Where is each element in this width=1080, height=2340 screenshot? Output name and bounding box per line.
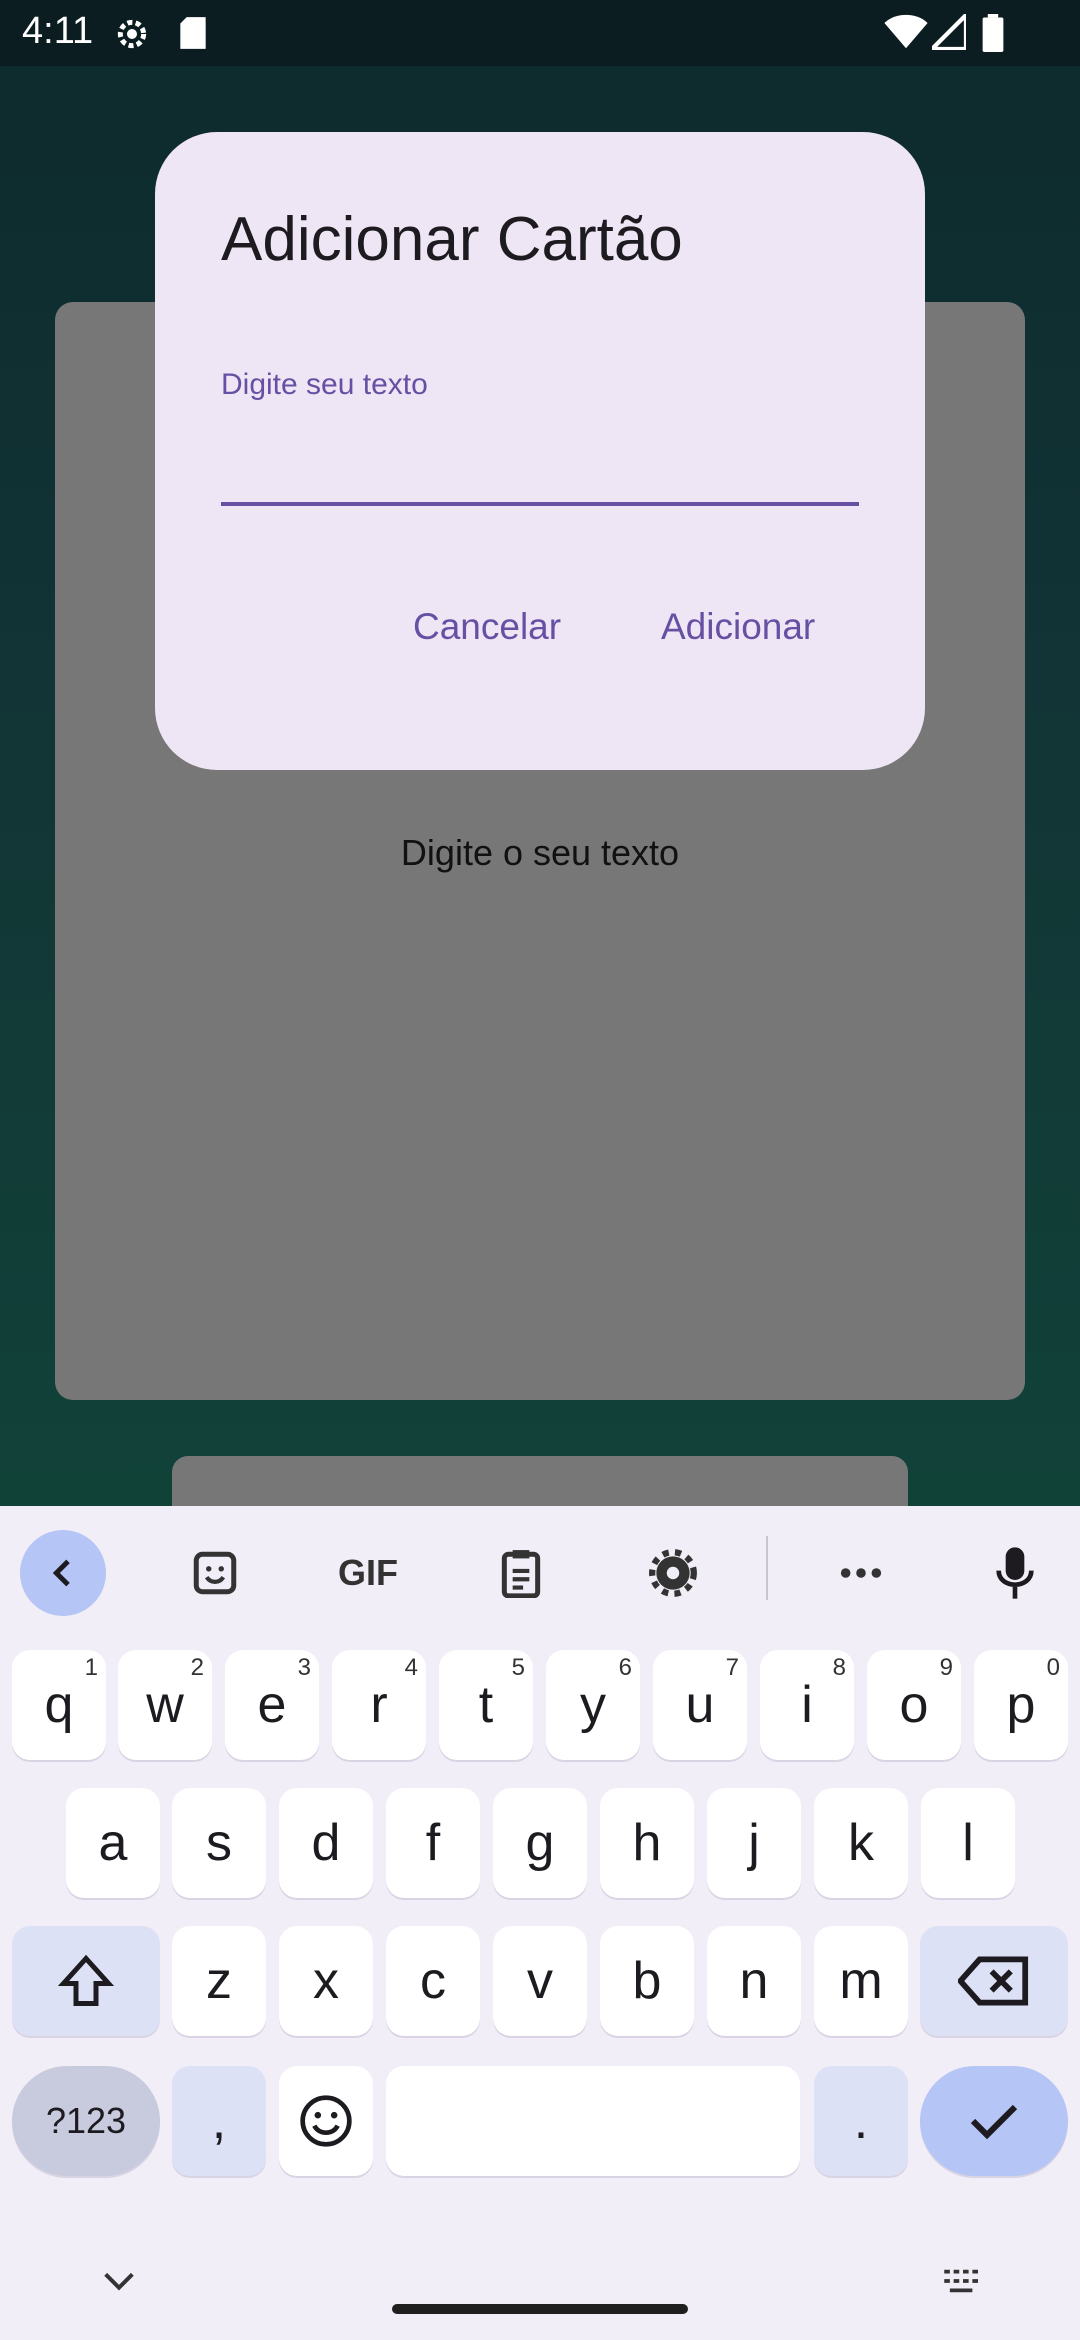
key-q[interactable]: q1: [12, 1650, 106, 1760]
battery-icon: [982, 14, 1004, 57]
toolbar-divider: [766, 1536, 768, 1600]
emoji-icon: [300, 2095, 352, 2147]
key-w[interactable]: w2: [118, 1650, 212, 1760]
add-button[interactable]: Adicionar: [641, 594, 835, 660]
sd-card-icon: [176, 14, 210, 57]
key-s[interactable]: s: [172, 1788, 266, 1898]
key-y[interactable]: y6: [546, 1650, 640, 1760]
check-icon: [970, 2104, 1018, 2140]
soft-keyboard: GIF q1 w2 e3 r4 t5 y6 u7 i8 o9 p0 a s d …: [0, 1506, 1080, 2340]
key-p[interactable]: p0: [974, 1650, 1068, 1760]
clipboard-icon[interactable]: [478, 1530, 564, 1616]
key-g[interactable]: g: [493, 1788, 587, 1898]
key-u[interactable]: u7: [653, 1650, 747, 1760]
key-i[interactable]: i8: [760, 1650, 854, 1760]
key-t[interactable]: t5: [439, 1650, 533, 1760]
gif-icon[interactable]: GIF: [325, 1530, 411, 1616]
key-r[interactable]: r4: [332, 1650, 426, 1760]
home-indicator[interactable]: [392, 2304, 688, 2314]
key-j[interactable]: j: [707, 1788, 801, 1898]
key-o[interactable]: o9: [867, 1650, 961, 1760]
symbols-key[interactable]: ?123: [12, 2066, 160, 2176]
sticker-icon[interactable]: [172, 1530, 258, 1616]
wifi-icon: [884, 14, 928, 55]
key-l[interactable]: l: [921, 1788, 1015, 1898]
emoji-key[interactable]: [279, 2066, 373, 2176]
chevron-down-icon[interactable]: [76, 2238, 162, 2324]
microphone-icon[interactable]: [972, 1530, 1058, 1616]
keyboard-switch-icon[interactable]: [920, 2238, 1006, 2324]
shift-key[interactable]: [12, 1926, 160, 2036]
cancel-button[interactable]: Cancelar: [393, 594, 581, 660]
key-n[interactable]: n: [707, 1926, 801, 2036]
key-m[interactable]: m: [814, 1926, 908, 2036]
dialog-title: Adicionar Cartão: [221, 205, 683, 274]
key-v[interactable]: v: [493, 1926, 587, 2036]
period-key[interactable]: .: [814, 2066, 908, 2176]
key-e[interactable]: e3: [225, 1650, 319, 1760]
key-x[interactable]: x: [279, 1926, 373, 2036]
key-d[interactable]: d: [279, 1788, 373, 1898]
text-input[interactable]: [221, 412, 863, 480]
signal-icon: [926, 9, 969, 55]
card-placeholder-text: Digite o seu texto: [400, 832, 680, 873]
key-k[interactable]: k: [814, 1788, 908, 1898]
key-b[interactable]: b: [600, 1926, 694, 2036]
shift-icon: [57, 1954, 115, 2006]
settings-gear-icon: [112, 14, 152, 59]
text-field-label: Digite seu texto: [221, 368, 428, 401]
key-a[interactable]: a: [66, 1788, 160, 1898]
key-f[interactable]: f: [386, 1788, 480, 1898]
back-arrow-icon[interactable]: [20, 1530, 106, 1616]
add-card-dialog: Adicionar Cartão Digite seu texto Cancel…: [155, 132, 925, 770]
key-h[interactable]: h: [600, 1788, 694, 1898]
backspace-key[interactable]: [920, 1926, 1068, 2036]
key-z[interactable]: z: [172, 1926, 266, 2036]
status-bar: 4:11: [0, 0, 1080, 66]
status-time: 4:11: [22, 10, 94, 52]
settings-icon[interactable]: [630, 1530, 716, 1616]
comma-key[interactable]: ,: [172, 2066, 266, 2176]
more-icon[interactable]: [818, 1530, 904, 1616]
enter-key[interactable]: [920, 2066, 1068, 2176]
text-input-underline: [221, 502, 859, 506]
backspace-icon: [958, 1956, 1029, 2006]
space-key[interactable]: [386, 2066, 800, 2176]
key-c[interactable]: c: [386, 1926, 480, 2036]
